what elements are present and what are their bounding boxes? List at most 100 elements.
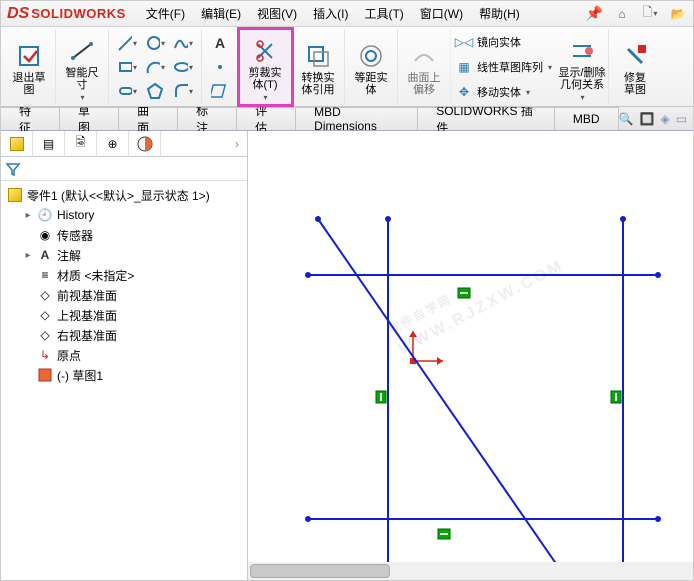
display-style-icon[interactable]: ▭ bbox=[676, 112, 687, 126]
smart-dimension-button[interactable]: 智能尺 寸 ▾ bbox=[60, 33, 104, 102]
horizontal-scrollbar[interactable] bbox=[248, 562, 693, 580]
ribbon-repair-group: 修复 草图 bbox=[609, 29, 661, 105]
ribbon-sketch-tools: ▾ ▾ ▾ ▾ ▾ ▾ ▾ ▾ bbox=[109, 29, 202, 105]
display-tab[interactable] bbox=[129, 131, 161, 157]
sketch-lines[interactable] bbox=[308, 219, 658, 580]
plane-tool-icon[interactable] bbox=[210, 81, 230, 101]
convert-icon bbox=[304, 42, 332, 70]
annotation-icon: A bbox=[37, 247, 53, 263]
trim-icon bbox=[251, 37, 279, 65]
dimxpert-tab[interactable]: ⊕ bbox=[97, 131, 129, 157]
text-tool-icon[interactable]: A bbox=[210, 33, 230, 53]
menu-edit[interactable]: 编辑(E) bbox=[195, 3, 247, 24]
tab-features[interactable]: 特征 bbox=[1, 107, 60, 130]
tab-sketch[interactable]: 草图 bbox=[60, 107, 119, 130]
funnel-icon bbox=[5, 161, 21, 177]
ellipse-tool-icon[interactable]: ▾ bbox=[173, 57, 193, 77]
search-icon[interactable]: 🔍 bbox=[619, 112, 634, 126]
tab-mbd[interactable]: MBD bbox=[555, 107, 619, 130]
mirror-button[interactable]: ▷◁镜向实体 bbox=[455, 31, 552, 53]
move-icon: ✥ bbox=[455, 83, 473, 101]
config-tab[interactable]: 🗟 bbox=[65, 131, 97, 157]
display-relations-button[interactable]: 显示/删除 几何关系 ▾ bbox=[560, 33, 604, 102]
repair-label: 修复 草图 bbox=[624, 72, 646, 96]
feature-tree-tab[interactable] bbox=[1, 131, 33, 157]
tree-root[interactable]: 零件1 (默认<<默认>_显示状态 1>) bbox=[3, 185, 245, 205]
line-tool-icon[interactable]: ▾ bbox=[117, 33, 137, 53]
relations-icon bbox=[568, 37, 596, 65]
offset-entities-button[interactable]: 等距实 体 bbox=[349, 38, 393, 96]
sketch-icon bbox=[37, 367, 53, 383]
tree-origin[interactable]: ↳原点 bbox=[3, 345, 245, 365]
expand-icon[interactable]: ▸ bbox=[23, 210, 33, 221]
view-orient-icon[interactable]: ◈ bbox=[660, 112, 669, 126]
logo-ds: DS bbox=[7, 5, 29, 23]
graphics-area[interactable]: 软件自学网 WWW.RJZXW.COM bbox=[248, 131, 693, 580]
pattern-icon: ▦ bbox=[455, 58, 473, 76]
surface-offset-label: 曲面上 偏移 bbox=[408, 72, 441, 96]
logo-solidworks: SOLIDWORKS bbox=[31, 6, 126, 21]
chevron-down-icon[interactable]: ▾ bbox=[80, 93, 84, 102]
tab-surface[interactable]: 曲面 bbox=[119, 107, 178, 130]
property-tab[interactable]: ▤ bbox=[33, 131, 65, 157]
tree-front-plane[interactable]: ◇前视基准面 bbox=[3, 285, 245, 305]
arc-tool-icon[interactable]: ▾ bbox=[145, 57, 165, 77]
sketch-points[interactable] bbox=[305, 216, 661, 580]
relation-markers[interactable] bbox=[376, 288, 621, 539]
trim-entities-button[interactable]: 剪裁实 体(T) ▾ bbox=[243, 33, 287, 102]
linear-pattern-button[interactable]: ▦线性草图阵列▾ bbox=[455, 56, 552, 78]
chevron-down-icon[interactable]: ▾ bbox=[581, 93, 585, 102]
polygon-tool-icon[interactable] bbox=[145, 81, 165, 101]
move-entities-button[interactable]: ✥移动实体▾ bbox=[455, 81, 552, 103]
zoom-fit-icon[interactable]: 🔲 bbox=[640, 112, 655, 126]
convert-entities-button[interactable]: 转换实 体引用 bbox=[296, 38, 340, 96]
point-tool-icon[interactable] bbox=[210, 57, 230, 77]
spline-tool-icon[interactable]: ▾ bbox=[173, 33, 193, 53]
ribbon-trim-group: 剪裁实 体(T) ▾ bbox=[239, 29, 292, 105]
ribbon-exit-group: 退出草 图 bbox=[3, 29, 56, 105]
menu-window[interactable]: 窗口(W) bbox=[414, 3, 469, 24]
chevron-down-icon[interactable]: ▾ bbox=[263, 93, 267, 102]
repair-sketch-button[interactable]: 修复 草图 bbox=[613, 38, 657, 96]
ribbon-transform-group: ▷◁镜向实体 ▦线性草图阵列▾ ✥移动实体▾ bbox=[451, 29, 556, 105]
home-icon[interactable]: ⌂ bbox=[613, 5, 631, 23]
ribbon-surface-group: 曲面上 偏移 bbox=[398, 29, 451, 105]
menu-help[interactable]: 帮助(H) bbox=[473, 3, 526, 24]
pin-icon[interactable]: 📌 bbox=[586, 5, 603, 22]
chevron-down-icon[interactable]: ▾ bbox=[548, 63, 552, 72]
tree-filter[interactable] bbox=[1, 157, 247, 181]
expand-icon[interactable]: ▸ bbox=[23, 250, 33, 261]
menu-view[interactable]: 视图(V) bbox=[251, 3, 303, 24]
tree-sensors[interactable]: ◉传感器 bbox=[3, 225, 245, 245]
tree-sketch1[interactable]: (-) 草图1 bbox=[3, 365, 245, 385]
surface-offset-button: 曲面上 偏移 bbox=[402, 38, 446, 96]
menu-file[interactable]: 文件(F) bbox=[140, 3, 191, 24]
tab-sw-addins[interactable]: SOLIDWORKS 插件 bbox=[418, 107, 555, 130]
scrollbar-thumb[interactable] bbox=[250, 564, 390, 578]
sensor-icon: ◉ bbox=[37, 227, 53, 243]
tree-right-plane[interactable]: ◇右视基准面 bbox=[3, 325, 245, 345]
exit-sketch-button[interactable]: 退出草 图 bbox=[7, 38, 51, 96]
panel-tabs: ▤ 🗟 ⊕ › bbox=[1, 131, 247, 157]
open-icon[interactable]: 📂 bbox=[669, 5, 687, 23]
circle-tool-icon[interactable]: ▾ bbox=[145, 33, 165, 53]
rectangle-tool-icon[interactable]: ▾ bbox=[117, 57, 137, 77]
menu-insert[interactable]: 插入(I) bbox=[307, 3, 354, 24]
tree-annotations[interactable]: ▸A注解 bbox=[3, 245, 245, 265]
tab-annotate[interactable]: 标注 bbox=[178, 107, 237, 130]
tab-evaluate[interactable]: 评估 bbox=[237, 107, 296, 130]
menu-tools[interactable]: 工具(T) bbox=[358, 3, 409, 24]
tab-mbd-dim[interactable]: MBD Dimensions bbox=[296, 107, 418, 130]
new-doc-icon[interactable]: 🗋▾ bbox=[641, 5, 659, 23]
fillet-tool-icon[interactable]: ▾ bbox=[173, 81, 193, 101]
smart-dimension-label: 智能尺 寸 bbox=[66, 67, 99, 91]
tree-material[interactable]: ≡材质 <未指定> bbox=[3, 265, 245, 285]
slot-tool-icon[interactable]: ▾ bbox=[117, 81, 137, 101]
panel-expand-icon[interactable]: › bbox=[227, 131, 247, 157]
tree-top-plane[interactable]: ◇上视基准面 bbox=[3, 305, 245, 325]
ribbon-relations-group: 显示/删除 几何关系 ▾ bbox=[556, 29, 609, 105]
tree-history[interactable]: ▸🕘History bbox=[3, 205, 245, 225]
plane-icon: ◇ bbox=[37, 287, 53, 303]
origin-icon: ↳ bbox=[37, 347, 53, 363]
chevron-down-icon[interactable]: ▾ bbox=[526, 88, 530, 97]
